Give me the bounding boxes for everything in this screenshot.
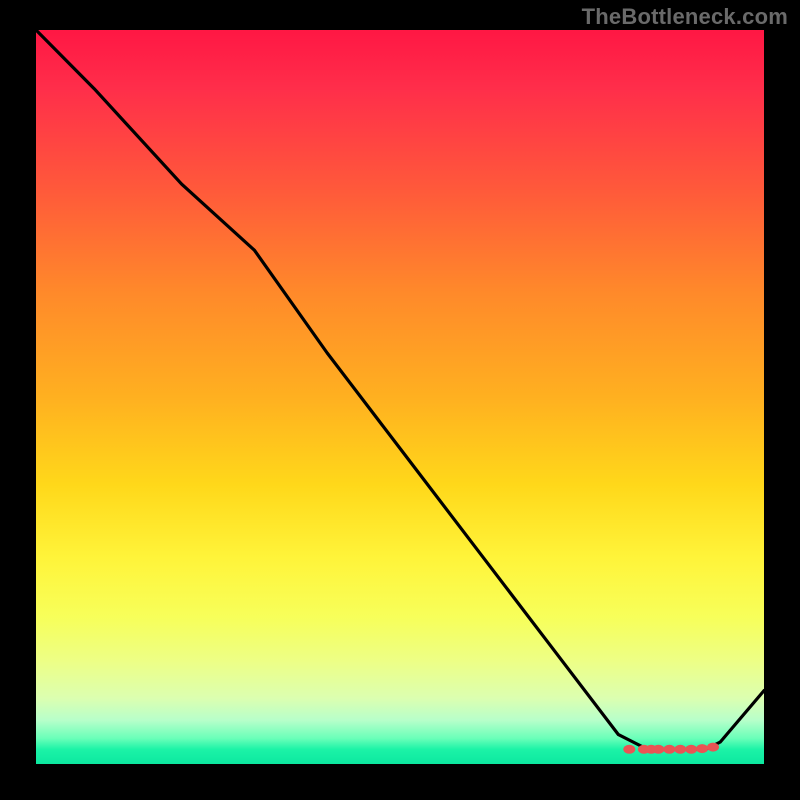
- chart-container: TheBottleneck.com: [0, 0, 800, 800]
- plot-area: [36, 30, 764, 764]
- watermark-text: TheBottleneck.com: [582, 4, 788, 30]
- background-gradient: [36, 30, 764, 764]
